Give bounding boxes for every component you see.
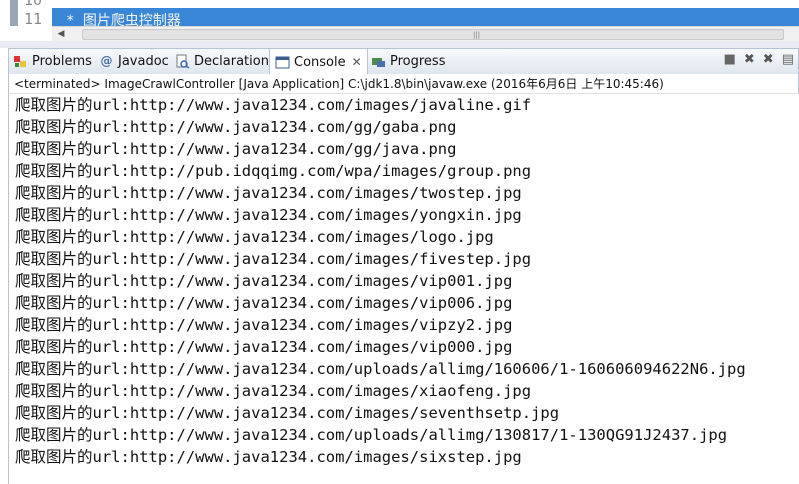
editor-area[interactable]: 10 11 * 图片爬虫控制器 [0, 0, 799, 26]
console-line: 爬取图片的url:http://www.java1234.com/images/… [15, 206, 522, 224]
console-line: 爬取图片的url:http://pub.idqqimg.com/wpa/imag… [15, 162, 532, 180]
console-line: 爬取图片的url:http://www.java1234.com/images/… [15, 294, 513, 312]
view-tab-bar: Problems @ Javadoc Declaration Console ✕… [8, 48, 799, 75]
line-number: 10 [24, 0, 43, 9]
tab-label: Declaration [194, 54, 269, 69]
console-line: 爬取图片的url:http://www.java1234.com/images/… [15, 404, 560, 422]
console-output[interactable]: 爬取图片的url:http://www.java1234.com/images/… [8, 94, 799, 484]
tab-problems[interactable]: Problems [13, 49, 92, 74]
view-toolbar: ■ ✖ ✖ ▤ [716, 52, 794, 67]
console-line: 爬取图片的url:http://www.java1234.com/uploads… [15, 360, 746, 378]
remove-all-launches-icon[interactable]: ✖ [763, 52, 774, 67]
console-line: 爬取图片的url:http://www.java1234.com/images/… [15, 184, 522, 202]
console-line: 爬取图片的url:http://www.java1234.com/uploads… [15, 426, 728, 444]
tab-label: Problems [32, 54, 92, 69]
horizontal-scrollbar[interactable]: ◀ ||| [52, 26, 799, 41]
problems-icon [13, 54, 28, 69]
console-icon [275, 55, 290, 70]
view-separator [0, 41, 799, 48]
progress-icon [371, 54, 386, 69]
console-line: 爬取图片的url:http://www.java1234.com/images/… [15, 228, 494, 246]
scroll-left-icon[interactable]: ◀ [54, 27, 68, 41]
tab-declaration[interactable]: Declaration [175, 49, 269, 74]
tab-javadoc[interactable]: @ Javadoc [99, 49, 169, 74]
declaration-icon [175, 54, 190, 69]
console-line: 爬取图片的url:http://www.java1234.com/images/… [15, 316, 513, 334]
tab-console[interactable]: Console ✕ [269, 49, 368, 75]
console-line: 爬取图片的url:http://www.java1234.com/images/… [15, 382, 532, 400]
code-comment: * 图片爬虫控制器 [66, 13, 181, 26]
tab-label: Javadoc [118, 54, 169, 69]
console-line: 爬取图片的url:http://www.java1234.com/images/… [15, 272, 513, 290]
tab-label: Progress [390, 54, 446, 69]
console-line: 爬取图片的url:http://www.java1234.com/images/… [15, 338, 513, 356]
scrollbar-thumb[interactable]: ||| [82, 29, 784, 40]
close-icon[interactable]: ✕ [352, 55, 362, 69]
javadoc-icon: @ [100, 54, 113, 68]
tab-progress[interactable]: Progress [371, 49, 445, 74]
change-marker [10, 0, 18, 26]
view-menu-icon[interactable]: ▤ [782, 52, 794, 67]
line-number: 11 [24, 10, 43, 26]
grip-icon: ||| [473, 31, 481, 39]
console-status-line: <terminated> ImageCrawlController [Java … [8, 74, 799, 94]
console-line: 爬取图片的url:http://www.java1234.com/images/… [15, 250, 532, 268]
terminate-icon[interactable]: ■ [724, 52, 736, 67]
console-line: 爬取图片的url:http://www.java1234.com/images/… [15, 448, 522, 466]
remove-launch-icon[interactable]: ✖ [744, 52, 755, 67]
current-line-highlight[interactable]: * 图片爬虫控制器 [52, 8, 799, 26]
console-line: 爬取图片的url:http://www.java1234.com/images/… [15, 96, 532, 114]
tab-label: Console [294, 54, 346, 70]
console-line: 爬取图片的url:http://www.java1234.com/gg/java… [15, 140, 457, 158]
console-line: 爬取图片的url:http://www.java1234.com/gg/gaba… [15, 118, 457, 136]
